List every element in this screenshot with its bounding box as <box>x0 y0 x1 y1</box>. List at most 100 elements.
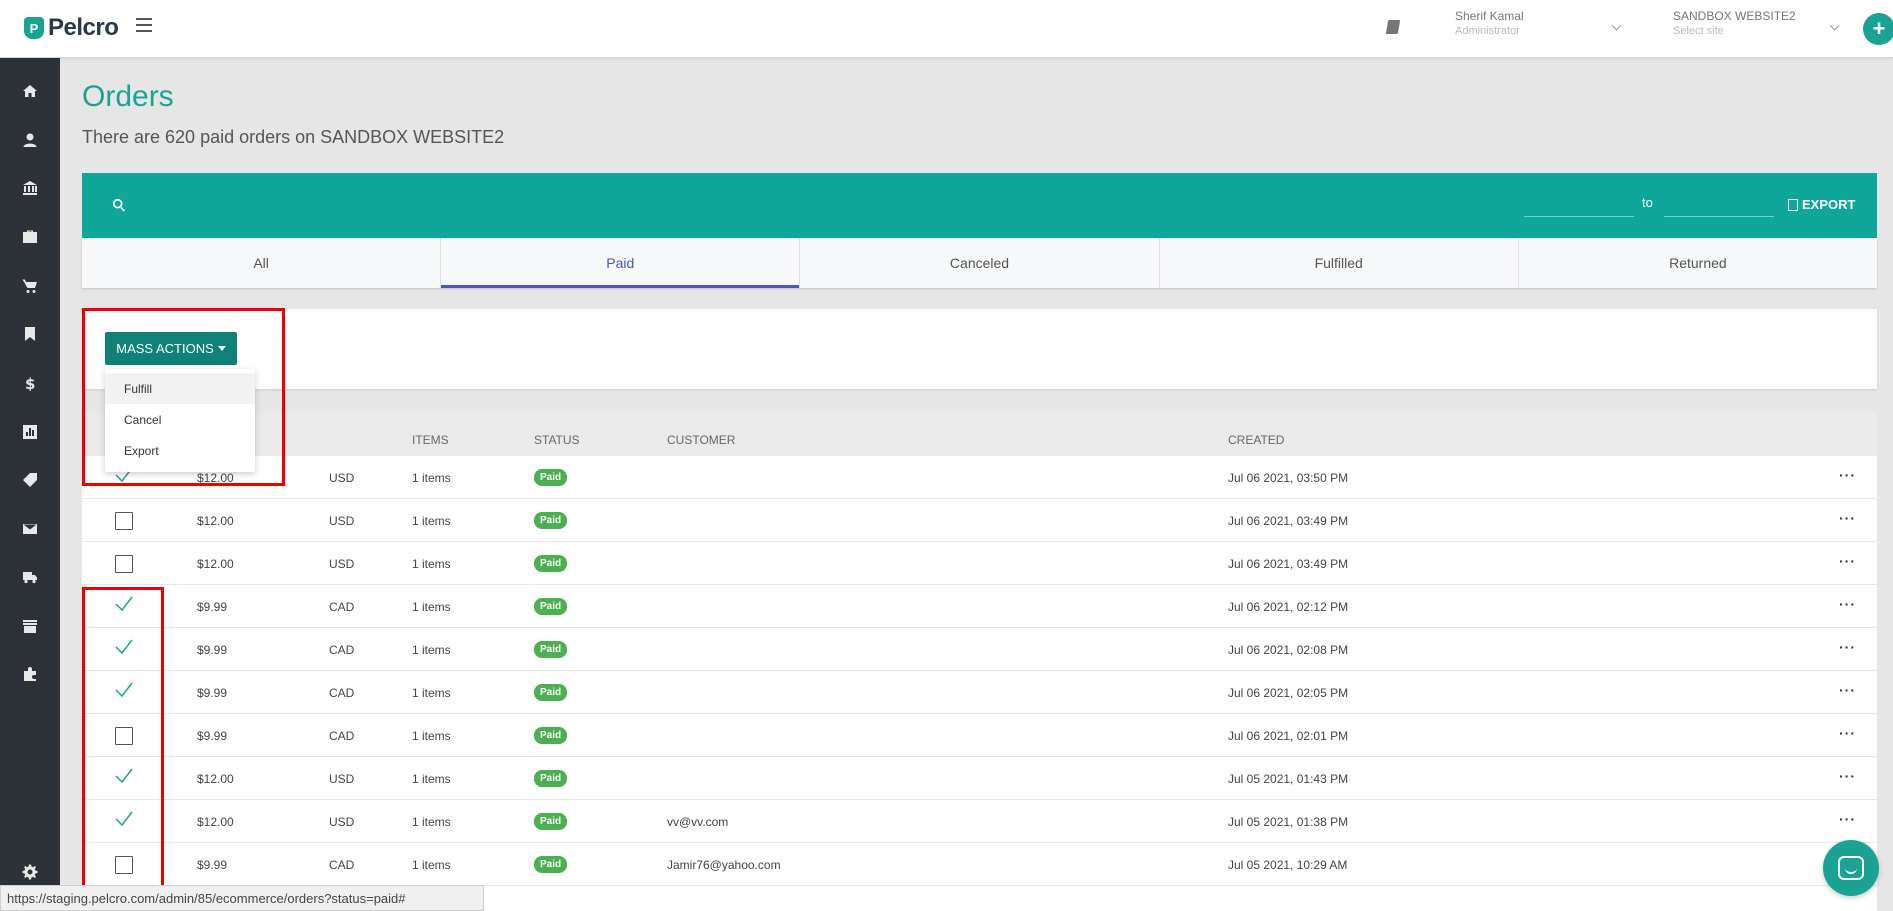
checkmark-icon[interactable] <box>114 680 134 700</box>
truck-icon[interactable] <box>22 569 38 585</box>
book-icon[interactable] <box>1385 20 1401 34</box>
row-created: Jul 05 2021, 01:38 PM <box>1228 815 1349 829</box>
status-badge: Paid <box>534 469 568 486</box>
table-row[interactable]: $12.00 USD 1 items Paid Jul 05 2021, 01:43 P… <box>82 757 1877 800</box>
cart-icon[interactable] <box>22 278 38 294</box>
column-header-status[interactable]: STATUS <box>534 433 580 447</box>
row-checkbox[interactable] <box>115 727 133 745</box>
user-name: Sherif Kamal <box>1455 9 1524 23</box>
briefcase-icon[interactable] <box>22 229 38 245</box>
row-amount: $9.99 <box>197 729 228 743</box>
more-options-icon[interactable]: ··· <box>1839 725 1856 741</box>
row-currency: CAD <box>329 686 355 700</box>
column-header-items[interactable]: ITEMS <box>412 433 449 447</box>
chat-button[interactable] <box>1823 840 1879 896</box>
row-checkbox[interactable] <box>115 555 133 573</box>
tab-all[interactable]: All <box>82 238 442 288</box>
store-icon[interactable] <box>22 618 38 634</box>
tab-canceled[interactable]: Canceled <box>800 238 1160 288</box>
date-to-input[interactable] <box>1664 195 1774 217</box>
search-icon[interactable] <box>112 198 128 214</box>
bookmark-icon[interactable] <box>22 326 38 342</box>
more-options-icon[interactable]: ··· <box>1839 596 1856 612</box>
table-row[interactable]: $9.99 CAD 1 items Paid Jul 06 2021, 02:01 PM… <box>82 714 1877 757</box>
tab-fulfilled[interactable]: Fulfilled <box>1160 238 1519 288</box>
row-currency: USD <box>329 772 355 786</box>
checkmark-icon[interactable] <box>114 766 134 786</box>
pelcro-logo-mark: P <box>24 17 44 39</box>
more-options-icon[interactable]: ··· <box>1839 768 1856 784</box>
home-icon[interactable] <box>22 83 38 99</box>
user-icon[interactable] <box>22 132 38 148</box>
tab-returned[interactable]: Returned <box>1519 238 1877 288</box>
table-row[interactable]: $9.99 CAD 1 items Paid Jamir76@yahoo.com Jul … <box>82 843 1877 886</box>
column-header-created[interactable]: CREATED <box>1228 433 1284 447</box>
row-customer[interactable]: Jamir76@yahoo.com <box>667 858 781 872</box>
row-currency: CAD <box>329 600 355 614</box>
more-options-icon[interactable]: ··· <box>1839 467 1856 483</box>
row-items: 1 items <box>412 600 451 614</box>
table-row[interactable]: $9.99 CAD 1 items Paid Jul 06 2021, 02:08 PM… <box>82 628 1877 671</box>
mass-actions-label: MASS ACTIONS <box>116 341 214 356</box>
row-currency: USD <box>329 471 355 485</box>
more-options-icon[interactable]: ··· <box>1839 811 1856 827</box>
dropdown-item-export[interactable]: Export <box>105 435 255 466</box>
more-options-icon[interactable]: ··· <box>1839 682 1856 698</box>
tab-paid[interactable]: Paid <box>441 238 801 288</box>
status-badge: Paid <box>534 727 568 744</box>
row-created: Jul 06 2021, 02:01 PM <box>1228 729 1349 743</box>
tag-icon[interactable] <box>22 472 38 488</box>
sidebar: $ <box>0 58 60 911</box>
row-currency: CAD <box>329 858 355 872</box>
row-created: Jul 06 2021, 03:49 PM <box>1228 557 1349 571</box>
checkmark-icon[interactable] <box>114 809 134 829</box>
row-currency: CAD <box>329 729 355 743</box>
add-button[interactable]: + <box>1863 13 1893 45</box>
puzzle-icon[interactable] <box>22 666 38 682</box>
status-badge: Paid <box>534 598 568 615</box>
row-amount: $9.99 <box>197 600 228 614</box>
dropdown-item-cancel[interactable]: Cancel <box>105 404 255 435</box>
row-customer[interactable]: vv@vv.com <box>667 815 728 829</box>
dropdown-item-fulfill[interactable]: Fulfill <box>105 373 255 404</box>
row-checkbox[interactable] <box>115 856 133 874</box>
table-row[interactable]: $12.00 USD 1 items Paid Jul 06 2021, 03:49 P… <box>82 542 1877 585</box>
row-created: Jul 06 2021, 02:05 PM <box>1228 686 1349 700</box>
hamburger-menu-icon[interactable] <box>136 18 152 32</box>
table-row[interactable]: $12.00 USD 1 items Paid Jul 06 2021, 03:50 P… <box>82 456 1877 499</box>
mass-actions-button[interactable]: MASS ACTIONS <box>105 332 237 365</box>
user-menu[interactable]: Sherif Kamal Administrator <box>1455 9 1622 39</box>
more-options-icon[interactable]: ··· <box>1839 639 1856 655</box>
site-selector[interactable]: SANDBOX WEBSITE2 Select site <box>1673 9 1840 39</box>
bank-icon[interactable] <box>22 180 38 196</box>
mail-icon[interactable] <box>22 521 38 537</box>
pelcro-logo[interactable]: P Pelcro <box>24 14 119 42</box>
filter-bar: to EXPORT <box>82 173 1877 238</box>
row-items: 1 items <box>412 686 451 700</box>
column-header-customer[interactable]: CUSTOMER <box>667 433 735 447</box>
date-from-input[interactable] <box>1524 195 1634 217</box>
page-subtitle: There are 620 paid orders on SANDBOX WEB… <box>82 127 505 147</box>
status-badge: Paid <box>534 512 568 529</box>
table-row[interactable]: $12.00 USD 1 items Paid vv@vv.com Jul 05 2021… <box>82 800 1877 843</box>
chart-icon[interactable] <box>22 424 38 440</box>
table-row[interactable]: $12.00 USD 1 items Paid Jul 06 2021, 03:49 P… <box>82 499 1877 542</box>
status-badge: Paid <box>534 770 568 787</box>
more-options-icon[interactable]: ··· <box>1839 510 1856 526</box>
mass-actions-dropdown: Fulfill Cancel Export <box>105 369 255 472</box>
row-created: Jul 06 2021, 02:12 PM <box>1228 600 1349 614</box>
more-options-icon[interactable]: ··· <box>1839 553 1856 569</box>
row-amount: $12.00 <box>197 557 234 571</box>
dollar-icon[interactable]: $ <box>22 375 38 391</box>
checkmark-icon[interactable] <box>114 594 134 614</box>
export-button[interactable]: EXPORT <box>1788 197 1855 212</box>
row-checkbox[interactable] <box>115 512 133 530</box>
logo-text: Pelcro <box>48 14 119 41</box>
page-title: Orders <box>82 80 174 113</box>
table-row[interactable]: $9.99 CAD 1 items Paid Jul 06 2021, 02:05 PM… <box>82 671 1877 714</box>
checkmark-icon[interactable] <box>114 637 134 657</box>
top-bar: P Pelcro Sherif Kamal Administrator SAND… <box>0 0 1893 58</box>
gear-icon[interactable] <box>22 864 38 880</box>
svg-text:$: $ <box>25 375 35 391</box>
table-row[interactable]: $9.99 CAD 1 items Paid Jul 06 2021, 02:12 PM… <box>82 585 1877 628</box>
